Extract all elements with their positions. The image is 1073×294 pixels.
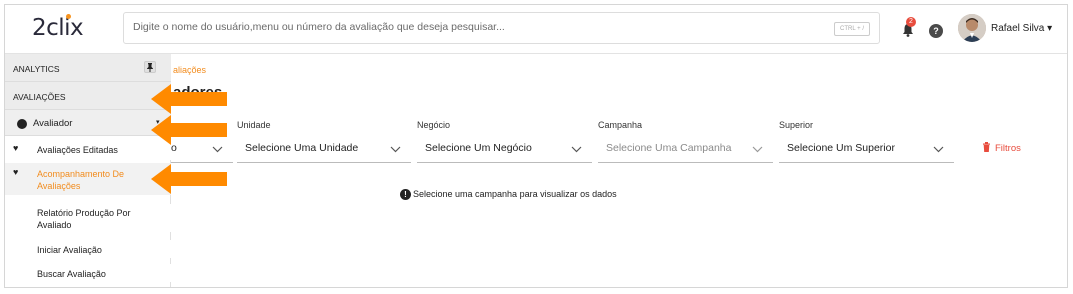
- filter-select-superior[interactable]: Selecione Um Superior: [779, 134, 954, 163]
- user-menu[interactable]: Rafael Silva ▾: [991, 23, 1052, 34]
- sidebar-section-analytics[interactable]: ANALYTICS: [5, 54, 171, 82]
- chevron-down-icon: [212, 146, 223, 153]
- filter-label-superior: Superior: [779, 120, 814, 130]
- annotation-arrow-icon: [151, 164, 227, 194]
- heart-icon: ♥: [13, 143, 19, 153]
- select-value: Selecione Um Superior: [787, 142, 895, 154]
- user-caret-icon: ▾: [1047, 23, 1053, 34]
- select-value: Selecione Uma Unidade: [245, 142, 359, 154]
- top-header: 2clix CTRL + / 2 ? Rafael Silva ▾: [5, 5, 1067, 54]
- search-input[interactable]: [133, 21, 823, 33]
- chevron-down-icon: [390, 146, 401, 153]
- sidebar-item-label: Avaliações Editadas: [37, 145, 118, 155]
- sidebar: ANALYTICS AVALIAÇÕES Avaliador ▾ ♥ Avali…: [5, 54, 171, 287]
- sidebar-item-label: Buscar Avaliação: [37, 269, 106, 279]
- annotation-arrow-icon: [151, 115, 227, 145]
- sidebar-item-label: Relatório Produção Por Avaliado: [37, 208, 131, 230]
- notification-badge: 2: [906, 17, 916, 27]
- sidebar-section-label: ANALYTICS: [13, 64, 60, 74]
- info-icon: !: [400, 189, 411, 200]
- help-icon[interactable]: ?: [929, 24, 943, 38]
- sidebar-item-avaliacoes-editadas[interactable]: ♥ Avaliações Editadas: [5, 138, 171, 160]
- filter-label-campanha: Campanha: [598, 120, 643, 130]
- sidebar-item-avaliador[interactable]: Avaliador ▾: [5, 110, 171, 136]
- sidebar-item-iniciar[interactable]: Iniciar Avaliação: [5, 240, 171, 258]
- sidebar-item-acompanhamento[interactable]: ♥ Acompanhamento De Avaliações: [5, 163, 171, 195]
- pin-icon[interactable]: [144, 61, 156, 73]
- filter-select-unidade[interactable]: Selecione Uma Unidade: [237, 134, 411, 163]
- sidebar-item-label: Acompanhamento De Avaliações: [37, 169, 125, 191]
- sidebar-section-avaliacoes[interactable]: AVALIAÇÕES: [5, 82, 171, 110]
- sidebar-item-label: Avaliador: [33, 118, 73, 129]
- avatar[interactable]: [958, 14, 986, 42]
- search-box[interactable]: CTRL + /: [123, 12, 880, 44]
- breadcrumb[interactable]: aliações: [173, 65, 206, 75]
- logo[interactable]: 2clix: [32, 15, 84, 41]
- heart-icon: ♥: [13, 167, 19, 177]
- sidebar-item-label: Iniciar Avaliação: [37, 245, 102, 255]
- select-value: Selecione Um Negócio: [425, 142, 532, 154]
- logo-dot-icon: [66, 14, 71, 19]
- sidebar-section-label: AVALIAÇÕES: [13, 92, 66, 102]
- info-message-text: Selecione uma campanha para visualizar o…: [413, 189, 617, 199]
- sidebar-item-buscar[interactable]: Buscar Avaliação: [5, 264, 171, 282]
- filter-select-campanha[interactable]: Selecione Uma Campanha: [598, 134, 773, 163]
- select-value: Selecione Uma Campanha: [606, 142, 732, 154]
- sidebar-item-relatorio[interactable]: Relatório Produção Por Avaliado: [5, 204, 171, 232]
- info-message: ! Selecione uma campanha para visualizar…: [400, 189, 617, 200]
- chevron-down-icon: [933, 146, 944, 153]
- annotation-arrow-icon: [151, 84, 227, 114]
- trash-icon: [983, 142, 990, 152]
- filtros-button[interactable]: Filtros: [983, 142, 1021, 154]
- filter-label-negocio: Negócio: [417, 120, 451, 130]
- search-shortcut-hint: CTRL + /: [834, 22, 870, 36]
- user-circle-icon: [17, 119, 27, 129]
- filter-label-unidade: Unidade: [237, 120, 271, 130]
- filter-select-negocio[interactable]: Selecione Um Negócio: [417, 134, 592, 163]
- chevron-down-icon: [571, 146, 582, 153]
- chevron-down-icon: [752, 146, 763, 153]
- app-frame: 2clix CTRL + / 2 ? Rafael Silva ▾: [4, 4, 1068, 288]
- user-name: Rafael Silva: [991, 23, 1045, 34]
- filtros-label: Filtros: [995, 143, 1021, 154]
